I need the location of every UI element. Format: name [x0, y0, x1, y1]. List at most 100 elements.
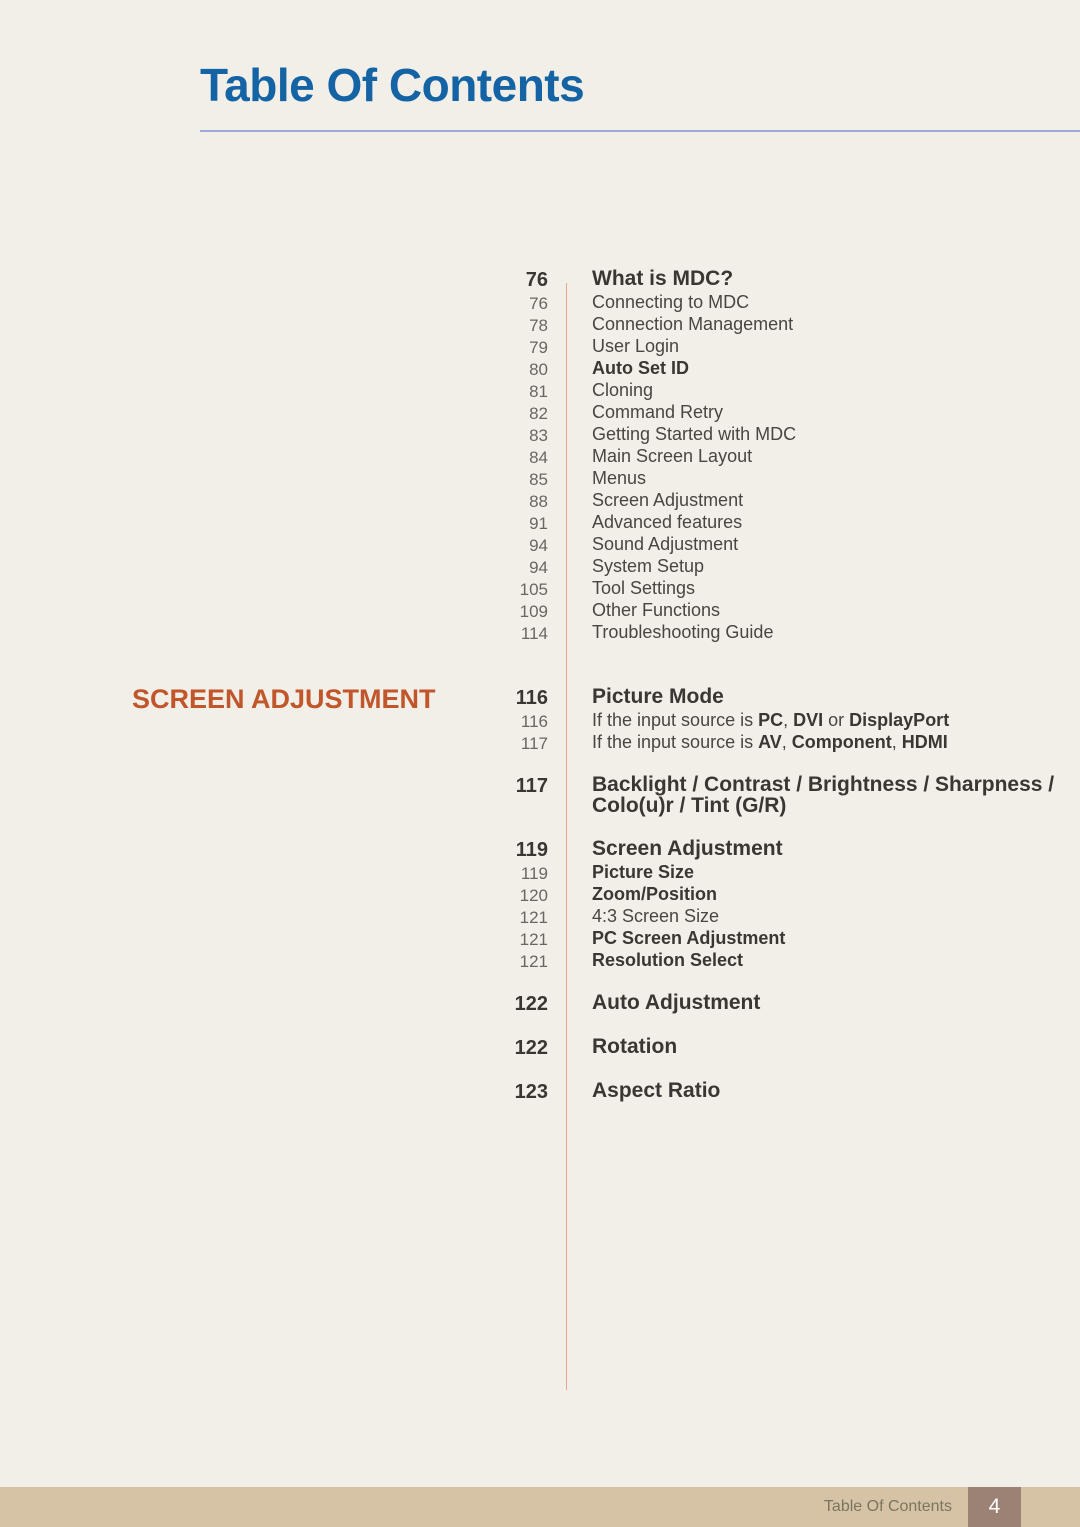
- toc-entry[interactable]: 122 Auto Adjustment: [0, 990, 1080, 1014]
- toc-entry[interactable]: 84 Main Screen Layout: [0, 444, 1080, 466]
- page-footer: Table Of Contents 4: [0, 1487, 1080, 1527]
- toc-entry-label: Screen Adjustment: [592, 490, 744, 510]
- toc-entry-page-number: 80: [529, 360, 548, 379]
- toc-entry-page-number: 117: [515, 775, 548, 797]
- toc-entry-label: If the input source is AV, Component, HD…: [548, 730, 1080, 751]
- toc-entry-label: Troubleshooting Guide: [592, 622, 774, 642]
- toc-entry[interactable]: 81 Cloning: [0, 378, 1080, 400]
- header-divider-rule: [200, 130, 1080, 132]
- toc-entry-page-number: 83: [529, 426, 548, 445]
- toc-entry-page-number: 94: [529, 536, 548, 555]
- toc-entry-label: Picture Size: [592, 862, 695, 882]
- toc-entry-page-number: 119: [515, 839, 548, 861]
- toc-entry-text: If the input source is: [592, 710, 759, 730]
- toc-entry-label: Screen Adjustment: [592, 837, 783, 860]
- toc-entry-keyword: PC: [758, 710, 784, 730]
- toc-entry[interactable]: 76 Connecting to MDC: [0, 290, 1080, 312]
- toc-entry-page-number: 94: [529, 558, 548, 577]
- footer-section-label: Table Of Contents: [823, 1498, 952, 1515]
- toc-entry-page-number: 78: [529, 316, 548, 335]
- toc-entry-page-number: 88: [529, 492, 548, 511]
- toc-entry-page-number: 76: [525, 269, 548, 291]
- toc-entry-label: Zoom/Position: [592, 884, 717, 904]
- toc-entry[interactable]: 114 Troubleshooting Guide: [0, 620, 1080, 642]
- toc-entry-label: Main Screen Layout: [592, 446, 753, 466]
- toc-entry-page-number: 91: [529, 514, 548, 533]
- toc-entry-label: Tool Settings: [592, 578, 696, 598]
- toc-entry-page-number: 105: [519, 580, 548, 599]
- toc-entry[interactable]: 117 If the input source is AV, Component,…: [0, 730, 1080, 752]
- toc-entry-page-number: 85: [529, 470, 548, 489]
- toc-entry-label: What is MDC?: [592, 267, 734, 290]
- toc-entry[interactable]: 80 Auto Set ID: [0, 356, 1080, 378]
- toc-entry[interactable]: 91 Advanced features: [0, 510, 1080, 532]
- toc-entry-keyword: DisplayPort: [849, 710, 950, 730]
- toc-entry-text: ,: [781, 732, 792, 752]
- toc-entry-page-number: 76: [529, 294, 548, 313]
- toc-entry[interactable]: 120 Zoom/Position: [0, 882, 1080, 904]
- toc-entry-keyword: DVI: [793, 710, 824, 730]
- toc-entry-text: ,: [891, 732, 902, 752]
- toc-entry-label: Cloning: [592, 380, 654, 400]
- table-of-contents: 76 What is MDC? 76 Connecting to MDC 78 Conne…: [0, 266, 1080, 1102]
- toc-entry-label: Command Retry: [592, 402, 724, 422]
- toc-entry[interactable]: 117 Backlight / Contrast / Brightness / S…: [0, 772, 1080, 816]
- toc-group-rows: 116 Picture Mode 116 If the input source is…: [0, 684, 1080, 1102]
- toc-entry[interactable]: 83 Getting Started with MDC: [0, 422, 1080, 444]
- toc-entry[interactable]: 122 Rotation: [0, 1034, 1080, 1058]
- footer-page-number: 4: [968, 1487, 1021, 1527]
- toc-section-label: SCREEN ADJUSTMENT: [132, 684, 436, 714]
- toc-entry-label: Aspect Ratio: [592, 1079, 721, 1102]
- toc-entry-label: User Login: [592, 336, 680, 356]
- toc-entry[interactable]: 109 Other Functions: [0, 598, 1080, 620]
- toc-entry[interactable]: 123 Aspect Ratio: [0, 1078, 1080, 1102]
- toc-entry[interactable]: 88 Screen Adjustment: [0, 488, 1080, 510]
- toc-entry[interactable]: 119 Picture Size: [0, 860, 1080, 882]
- toc-entry-label: Picture Mode: [592, 685, 724, 708]
- toc-entry-label: Rotation: [592, 1035, 678, 1058]
- toc-group: SCREEN ADJUSTMENT 116 Picture Mode 116 If th…: [0, 684, 1080, 1102]
- toc-entry-page-number: 119: [520, 864, 548, 883]
- toc-entry[interactable]: 82 Command Retry: [0, 400, 1080, 422]
- toc-entry-page-number: 122: [514, 993, 548, 1015]
- toc-entry[interactable]: 119 Screen Adjustment: [0, 836, 1080, 860]
- toc-entry-label: Getting Started with MDC: [592, 424, 797, 444]
- toc-entry-page-number: 109: [519, 602, 548, 621]
- toc-entry-label: Resolution Select: [592, 950, 744, 970]
- toc-entry[interactable]: 79 User Login: [0, 334, 1080, 356]
- toc-entry-page-number: 122: [514, 1037, 548, 1059]
- toc-entry[interactable]: 85 Menus: [0, 466, 1080, 488]
- toc-entry-page-number: 81: [529, 382, 548, 401]
- toc-entry-page-number: 120: [519, 886, 548, 905]
- toc-entry-label: Menus: [592, 468, 647, 488]
- toc-entry[interactable]: 121 4:3 Screen Size: [0, 904, 1080, 926]
- toc-entry-text: If the input source is: [592, 732, 759, 752]
- toc-entry-label: Advanced features: [592, 512, 743, 532]
- toc-entry[interactable]: 78 Connection Management: [0, 312, 1080, 334]
- toc-entry[interactable]: 105 Tool Settings: [0, 576, 1080, 598]
- toc-entry-page-number: 121: [519, 908, 548, 927]
- toc-entry-label: 4:3 Screen Size: [592, 906, 720, 926]
- toc-entry[interactable]: 121 Resolution Select: [0, 948, 1080, 970]
- toc-entry-page-number: 82: [529, 404, 548, 423]
- toc-entry-page-number: 117: [520, 734, 548, 753]
- toc-entry-label: Sound Adjustment: [592, 534, 739, 554]
- toc-entry-page-number: 121: [519, 930, 548, 949]
- toc-entry-text: ,: [783, 710, 794, 730]
- toc-entry-keyword: HDMI: [901, 732, 948, 752]
- toc-entry[interactable]: 94 Sound Adjustment: [0, 532, 1080, 554]
- toc-entry-label: Other Functions: [592, 600, 721, 620]
- page-header: Table Of Contents: [200, 62, 1080, 132]
- toc-entry-label: Connecting to MDC: [592, 292, 750, 312]
- toc-entry-page-number: 121: [519, 952, 548, 971]
- toc-entry-label: Auto Adjustment: [592, 991, 761, 1014]
- toc-entry-label: PC Screen Adjustment: [592, 928, 786, 948]
- toc-entry-keyword: AV: [758, 732, 782, 752]
- toc-entry[interactable]: 76 What is MDC?: [0, 266, 1080, 290]
- toc-entry-page-number: 114: [520, 624, 548, 643]
- toc-entry-label: Backlight / Contrast / Brightness / Shar…: [592, 773, 1055, 817]
- toc-entry[interactable]: 121 PC Screen Adjustment: [0, 926, 1080, 948]
- page-title: Table Of Contents: [200, 59, 585, 111]
- toc-entry[interactable]: 94 System Setup: [0, 554, 1080, 576]
- toc-entry-label: If the input source is PC, DVI or Displa…: [548, 708, 1080, 729]
